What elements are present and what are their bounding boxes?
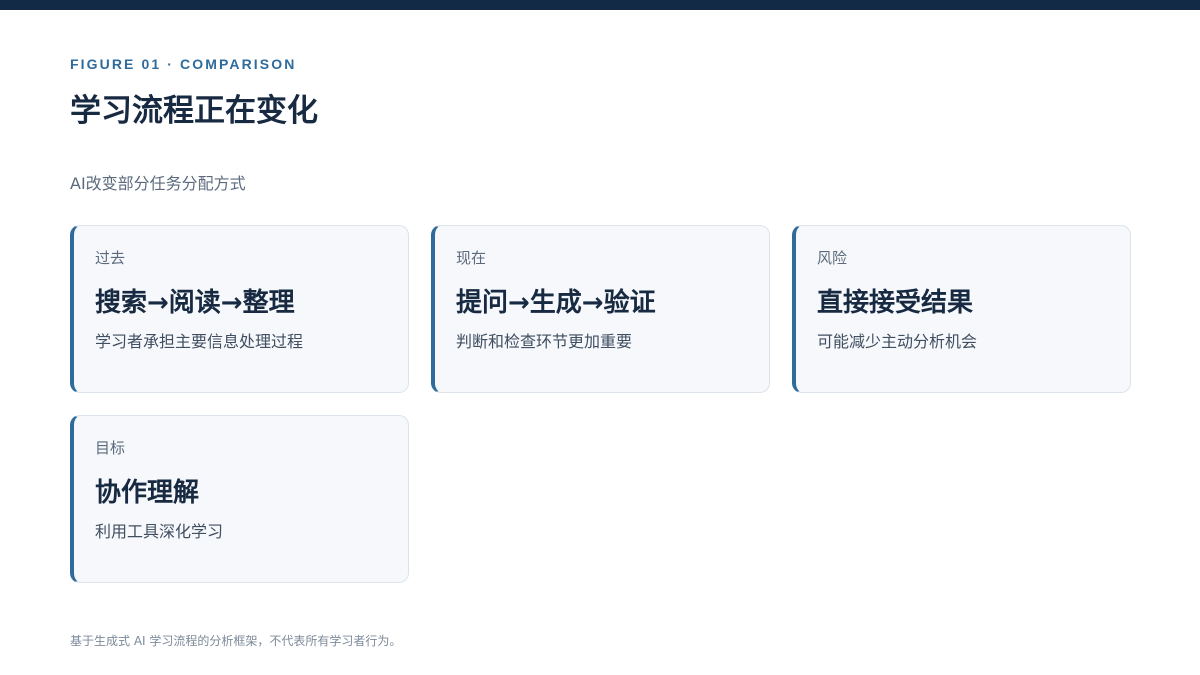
card-label: 风险 <box>817 249 848 267</box>
card-description: 判断和检查环节更加重要 <box>456 332 633 351</box>
card-heading: 搜索→阅读→整理 <box>95 288 295 318</box>
card-description: 可能减少主动分析机会 <box>817 332 978 351</box>
card-risk: 风险 直接接受结果 可能减少主动分析机会 <box>792 225 1131 393</box>
card-description: 学习者承担主要信息处理过程 <box>95 332 304 351</box>
card-present: 现在 提问→生成→验证 判断和检查环节更加重要 <box>431 225 770 393</box>
card-heading: 提问→生成→验证 <box>456 288 656 318</box>
card-label: 目标 <box>95 439 126 457</box>
card-label: 过去 <box>95 249 126 267</box>
page-title: 学习流程正在变化 <box>70 93 318 129</box>
card-heading: 直接接受结果 <box>817 288 974 318</box>
card-past: 过去 搜索→阅读→整理 学习者承担主要信息处理过程 <box>70 225 409 393</box>
footnote: 基于生成式 AI 学习流程的分析框架，不代表所有学习者行为。 <box>70 634 402 648</box>
card-label: 现在 <box>456 249 487 267</box>
card-grid: 过去 搜索→阅读→整理 学习者承担主要信息处理过程 现在 提问→生成→验证 判断… <box>70 225 1131 583</box>
page-subtitle: AI改变部分任务分配方式 <box>70 174 246 193</box>
figure-eyebrow: FIGURE 01 · COMPARISON <box>70 56 297 72</box>
card-goal: 目标 协作理解 利用工具深化学习 <box>70 415 409 583</box>
card-description: 利用工具深化学习 <box>95 522 224 541</box>
top-bar <box>0 0 1200 10</box>
card-heading: 协作理解 <box>95 478 200 508</box>
